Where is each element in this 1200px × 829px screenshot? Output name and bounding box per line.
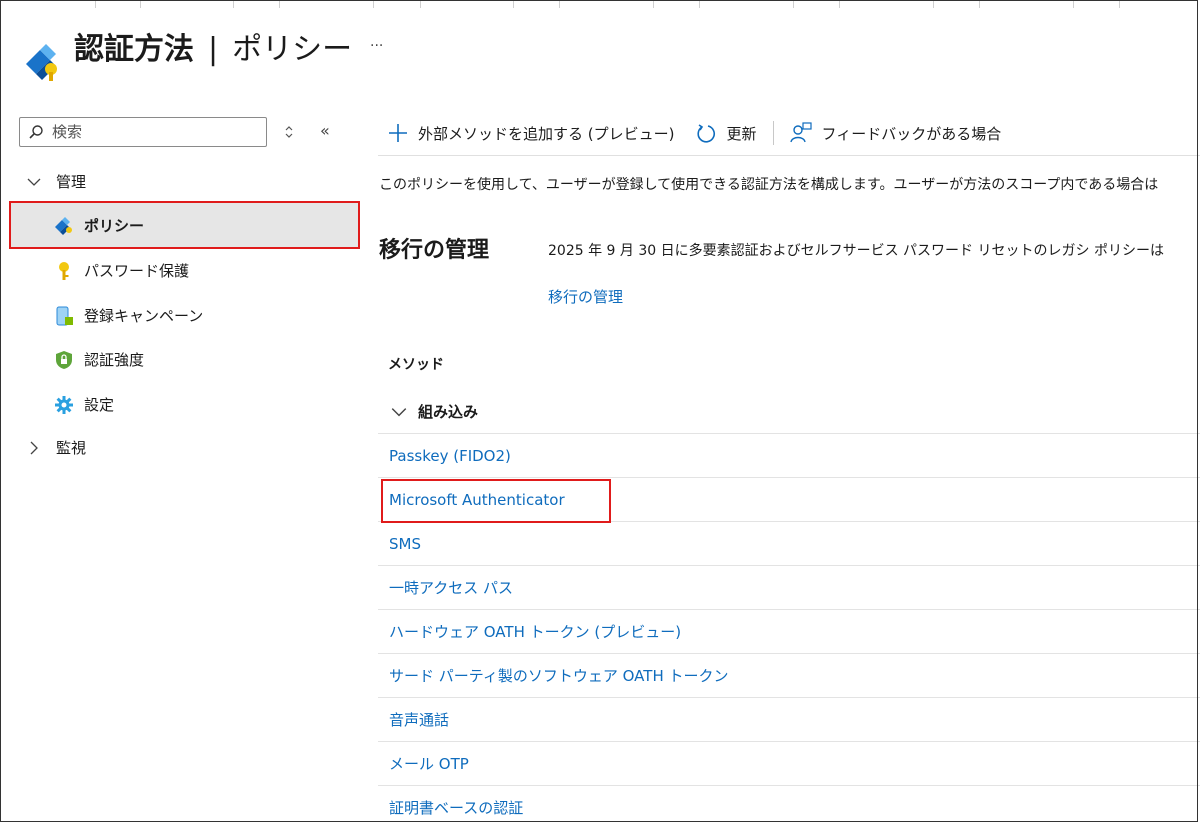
table-row: サード パーティ製のソフトウェア OATH トークン — [378, 653, 1200, 697]
chevron-right-icon — [30, 441, 38, 454]
sidebar-item-settings[interactable]: 設定 — [54, 394, 114, 415]
policy-diamond-icon — [55, 216, 72, 235]
migration-section-title: 移行の管理 — [379, 238, 490, 263]
manage-migration-link[interactable]: 移行の管理 — [548, 286, 623, 307]
sidebar-item-label: 登録キャンペーン — [84, 307, 204, 325]
method-link[interactable]: メール OTP — [389, 753, 469, 774]
sort-updown-icon[interactable] — [283, 122, 295, 142]
nav-group-label: 監視 — [56, 439, 87, 457]
method-link[interactable]: 音声通話 — [389, 709, 449, 730]
table-row: ハードウェア OATH トークン (プレビュー) — [378, 609, 1200, 653]
top-grid-strip — [0, 0, 1200, 8]
more-options-button[interactable]: ··· — [370, 38, 383, 54]
method-link[interactable]: Passkey (FIDO2) — [389, 447, 511, 465]
method-link[interactable]: サード パーティ製のソフトウェア OATH トークン — [389, 665, 729, 686]
nav-group-monitor[interactable]: 監視 — [26, 437, 86, 458]
feedback-label: フィードバックがある場合 — [821, 124, 1002, 143]
method-link[interactable]: 証明書ベースの認証 — [389, 797, 523, 818]
page-subtitle: ポリシー — [232, 32, 353, 67]
sidebar-item-label: ポリシー — [84, 217, 145, 235]
sidebar-item-password-protection[interactable]: パスワード保護 — [54, 260, 189, 281]
sidebar-item-label: 認証強度 — [84, 351, 145, 369]
sidebar-search-box[interactable] — [19, 117, 267, 147]
refresh-icon — [697, 124, 716, 143]
chevron-down-icon — [27, 178, 41, 186]
page-title-main: 認証方法 — [74, 32, 194, 67]
page-title: 認証方法 | ポリシー — [74, 30, 352, 70]
nav-group-label: 管理 — [56, 173, 87, 191]
toolbar-divider-line — [378, 155, 1200, 156]
refresh-button[interactable]: 更新 — [696, 123, 757, 144]
title-separator: | — [208, 32, 219, 67]
method-column-header[interactable]: メソッド — [388, 354, 444, 374]
phone-campaign-icon — [56, 306, 73, 325]
builtin-group-label: 組み込み — [418, 403, 479, 421]
gear-icon — [55, 395, 73, 414]
refresh-label: 更新 — [726, 124, 757, 143]
table-row: SMS — [378, 521, 1200, 565]
search-input[interactable] — [50, 122, 254, 142]
sidebar-item-label: パスワード保護 — [84, 262, 190, 280]
feedback-person-icon — [789, 122, 812, 143]
sidebar-item-auth-strength[interactable]: 認証強度 — [54, 349, 144, 370]
chevron-down-icon — [391, 407, 407, 416]
method-link[interactable]: 一時アクセス パス — [389, 577, 513, 598]
table-row: メール OTP — [378, 741, 1200, 785]
collapse-sidebar-icon[interactable]: « — [320, 121, 330, 140]
sidebar-item-registration-campaign[interactable]: 登録キャンペーン — [54, 305, 203, 326]
builtin-group-toggle[interactable]: 組み込み — [390, 401, 478, 422]
add-external-method-label: 外部メソッドを追加する (プレビュー) — [418, 124, 675, 143]
policy-description: このポリシーを使用して、ユーザーが登録して使用できる認証方法を構成します。ユーザ… — [379, 177, 1159, 193]
sidebar-item-policy[interactable]: ポリシー — [54, 215, 144, 236]
toolbar-divider — [772, 121, 774, 145]
migration-notice: 2025 年 9 月 30 日に多要素認証およびセルフサービス パスワード リセ… — [548, 243, 1164, 259]
table-row: 証明書ベースの認証 — [378, 785, 1200, 829]
shield-lock-icon — [56, 350, 72, 369]
method-link[interactable]: SMS — [389, 535, 421, 553]
plus-icon — [389, 124, 407, 142]
add-external-method-button[interactable]: 外部メソッドを追加する (プレビュー) — [388, 123, 674, 144]
table-row: Passkey (FIDO2) — [378, 433, 1200, 477]
sidebar-item-label: 設定 — [84, 396, 115, 414]
command-bar: 外部メソッドを追加する (プレビュー) 更新 フィードバックがある場合 — [388, 118, 1001, 148]
method-link[interactable]: ハードウェア OATH トークン (プレビュー) — [389, 621, 681, 642]
auth-methods-logo-icon — [26, 44, 57, 81]
key-icon — [59, 261, 69, 280]
table-row: 一時アクセス パス — [378, 565, 1200, 609]
feedback-button[interactable]: フィードバックがある場合 — [789, 122, 1002, 144]
highlight-box-authenticator — [381, 479, 611, 523]
nav-group-manage[interactable]: 管理 — [26, 171, 86, 192]
table-row: 音声通話 — [378, 697, 1200, 741]
search-icon — [29, 125, 43, 139]
